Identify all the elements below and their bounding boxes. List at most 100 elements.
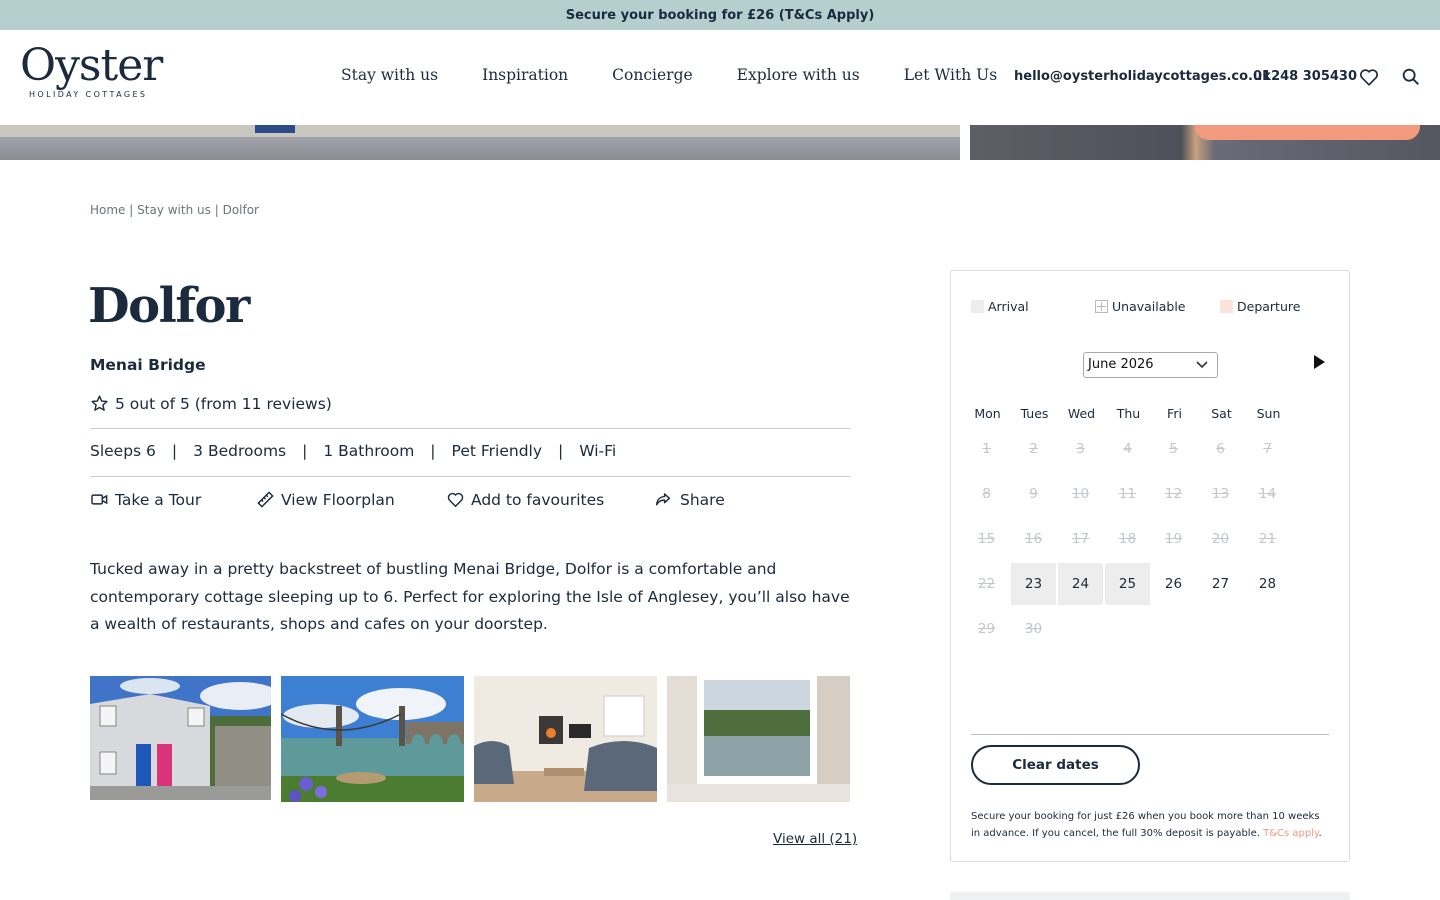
property-description: Tucked away in a pretty backstreet of bu… [90,560,850,633]
weekday-thu: Thu [1116,406,1141,421]
feature-separator: | [558,442,564,460]
calendar-day-7: 7 [1263,441,1272,457]
hero-curb [0,125,960,137]
hero-image-street[interactable] [0,125,960,160]
add-to-favourites-label: Add to favourites [471,490,605,509]
share-icon [655,493,671,506]
month-select[interactable]: June 2026 [1083,352,1218,378]
nav-inspiration[interactable]: Inspiration [482,66,568,84]
month-select-value: June 2026 [1088,357,1154,372]
gallery-photo-window-view[interactable] [667,676,850,802]
breadcrumb-stay[interactable]: Stay with us [137,203,211,217]
weekday-mon: Mon [974,406,1001,421]
breadcrumb-separator: | [214,203,219,217]
nav-stay-with-us[interactable]: Stay with us [341,66,438,84]
nav-concierge[interactable]: Concierge [612,66,693,84]
booking-deposit-note: Secure your booking for just £26 when yo… [971,808,1331,842]
calendar-day-27[interactable]: 27 [1198,563,1243,605]
secondary-panel-edge [950,892,1350,900]
search-icon[interactable] [1400,66,1422,88]
legend-departure-label: Departure [1237,299,1301,314]
legend-unavailable: Unavailable [1095,299,1186,314]
calendar-day-29: 29 [977,621,996,637]
calendar-day-23[interactable]: 23 [1011,563,1056,605]
take-a-tour-button[interactable]: Take a Tour [90,490,256,509]
clear-dates-label: Clear dates [1012,757,1099,773]
weekday-fri: Fri [1167,406,1182,421]
calendar-day-28[interactable]: 28 [1245,563,1290,605]
gallery-photo-living-room[interactable] [474,676,657,802]
logo-wordmark: Oyster [20,40,163,91]
arrival-swatch [971,300,984,313]
weekday-tues: Tues [1020,406,1049,421]
gallery-photo-menai-bridge[interactable] [281,676,464,802]
nav-let-with-us[interactable]: Let With Us [904,66,997,84]
clear-dates-button[interactable]: Clear dates [971,745,1140,785]
calendar-day-24[interactable]: 24 [1058,563,1103,605]
phone-link[interactable]: 01248 305430 [1253,69,1357,84]
calendar-day-5: 5 [1169,441,1178,457]
heart-icon[interactable] [1358,66,1380,88]
weekday-wed: Wed [1067,406,1096,421]
calendar-divider [971,734,1329,735]
divider [90,428,850,429]
logo[interactable]: Oyster HOLIDAY COTTAGES [20,40,165,110]
calendar-day-13: 13 [1211,486,1230,502]
calendar-day-4: 4 [1123,441,1132,457]
breadcrumb-separator: | [129,203,134,217]
calendar-day-14: 14 [1258,486,1277,502]
property-location: Menai Bridge [90,356,206,374]
divider [90,476,850,477]
feature-separator: | [171,442,178,460]
calendar-day-20: 20 [1211,531,1230,547]
property-rating[interactable]: 5 out of 5 (from 11 reviews) [90,394,332,413]
legend-departure: Departure [1220,299,1300,314]
departure-swatch [1220,300,1233,313]
ruler-icon [257,491,274,508]
legend-unavailable-label: Unavailable [1112,299,1186,314]
star-icon [91,395,108,411]
next-month-arrow-icon[interactable] [1311,354,1327,370]
property-title: Dolfor [88,278,250,334]
promo-text[interactable]: Secure your booking for £26 (T&Cs Apply) [566,8,875,23]
breadcrumb-home[interactable]: Home [90,203,125,217]
gallery-photo-cottage-exterior[interactable] [90,676,271,800]
calendar-day-8: 8 [982,486,991,502]
calendar-day-25[interactable]: 25 [1105,563,1150,605]
hero-image-interior[interactable] [970,125,1440,160]
feature-separator: | [430,442,436,460]
share-button[interactable]: Share [652,490,725,509]
calendar-day-10: 10 [1071,486,1090,502]
feature-bedrooms: 3 Bedrooms [193,442,287,460]
feature-pet-friendly: Pet Friendly [451,442,543,460]
calendar-day-15: 15 [977,531,996,547]
weekday-sun: Sun [1256,406,1281,421]
breadcrumb: Home | Stay with us | Dolfor [90,203,259,217]
legend-arrival: Arrival [971,299,1029,314]
chevron-down-icon [1196,361,1208,369]
calendar-day-26[interactable]: 26 [1151,563,1196,605]
feature-wifi: Wi-Fi [579,442,617,460]
calendar-day-9: 9 [1029,486,1038,502]
promo-banner[interactable]: Secure your booking for £26 (T&Cs Apply) [0,0,1440,30]
terms-link[interactable]: T&Cs apply [1263,828,1318,839]
nav-explore-with-us[interactable]: Explore with us [737,66,860,84]
add-to-favourites-button[interactable]: Add to favourites [446,490,652,509]
feature-bathroom: 1 Bathroom [323,442,415,460]
feature-separator: | [302,442,308,460]
calendar-day-22: 22 [977,576,996,592]
weekday-sat: Sat [1211,406,1232,421]
email-link[interactable]: hello@oysterholidaycottages.co.uk [1014,69,1271,84]
calendar-day-3: 3 [1076,441,1085,457]
feature-sleeps: Sleeps 6 [90,442,156,460]
view-floorplan-button[interactable]: View Floorplan [256,490,446,509]
view-all-photos-link[interactable]: View all (21) [773,831,857,847]
unavailable-swatch [1095,300,1108,313]
calendar-day-21: 21 [1258,531,1277,547]
hero-orange-button[interactable] [1195,125,1420,140]
video-camera-icon [91,494,108,505]
calendar-day-17: 17 [1071,531,1090,547]
legend-arrival-label: Arrival [988,299,1029,314]
calendar-day-19: 19 [1164,531,1183,547]
view-floorplan-label: View Floorplan [281,490,395,509]
